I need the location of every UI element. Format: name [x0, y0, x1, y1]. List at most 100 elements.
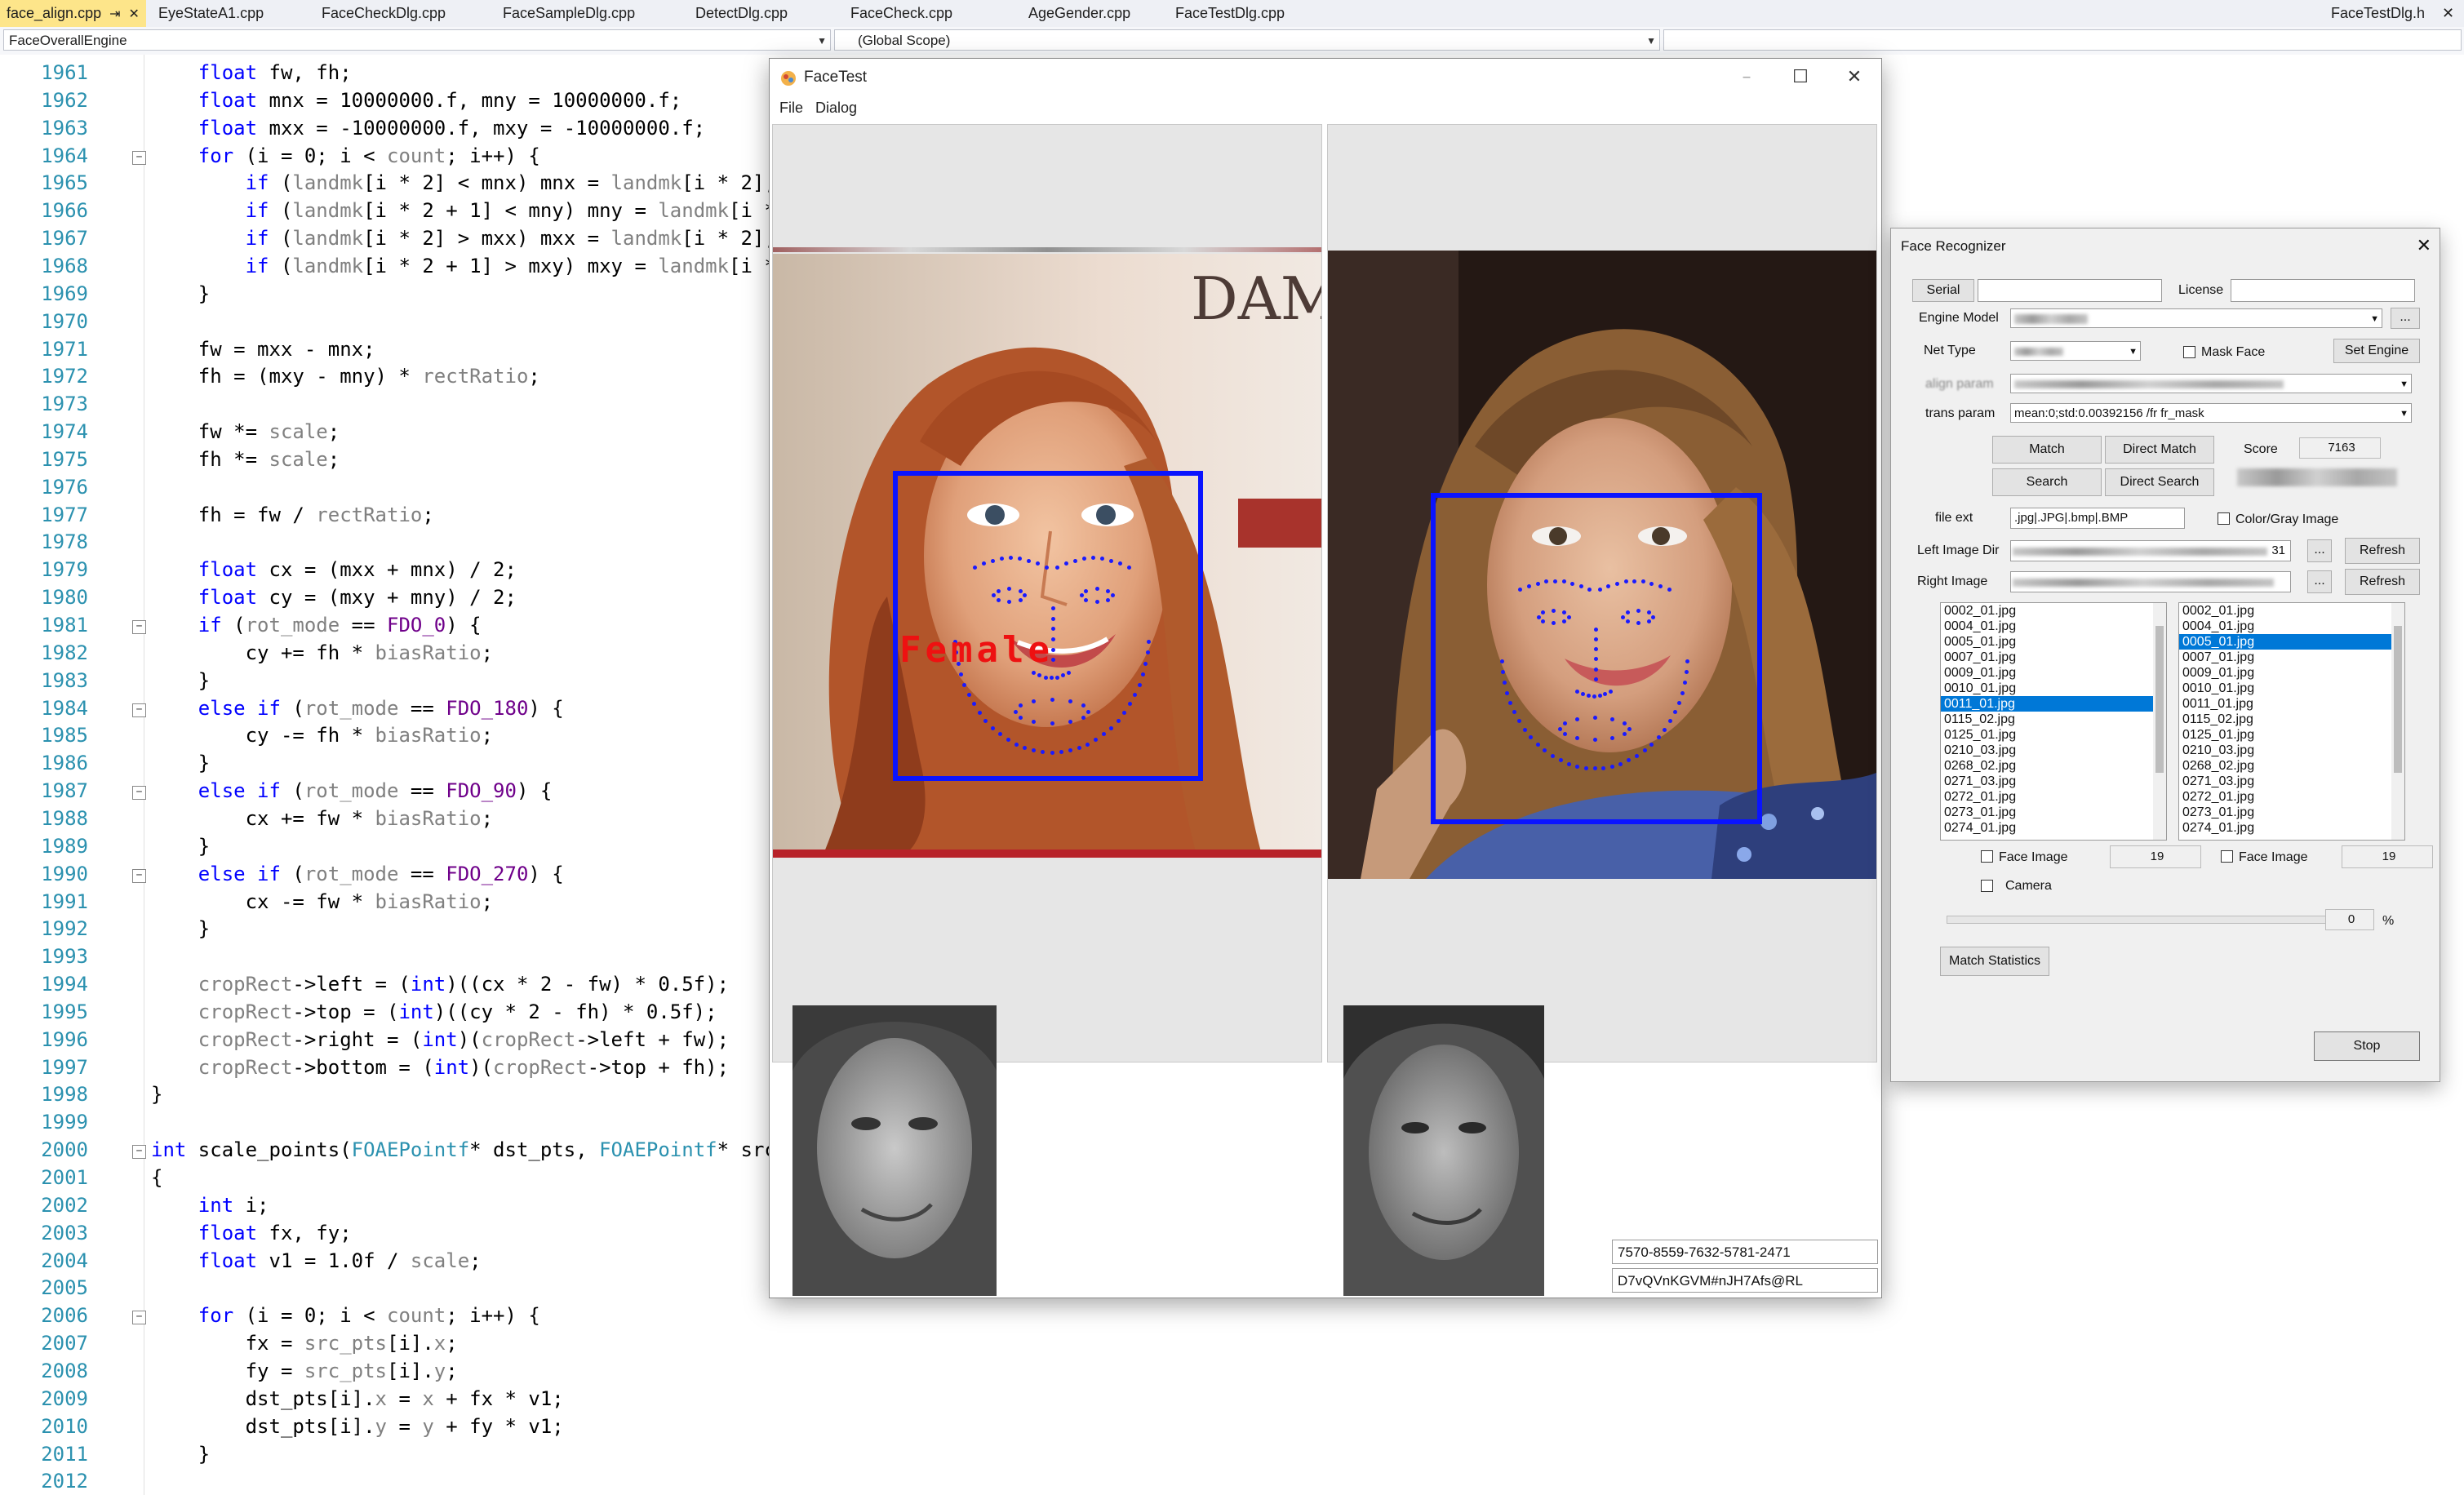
match-statistics-button[interactable]: Match Statistics — [1940, 947, 2049, 976]
serial-button[interactable]: Serial — [1912, 279, 1974, 302]
match-button[interactable]: Match — [1992, 436, 2102, 464]
left-dir-browse-button[interactable]: ... — [2307, 539, 2332, 562]
engine-model-combo[interactable]: ▼ — [2010, 308, 2382, 328]
align-param-combo[interactable]: ▼ — [2010, 374, 2412, 393]
code-line[interactable]: fw = mxx - mnx; — [151, 338, 375, 361]
code-line[interactable]: for (i = 0; i < count; i++) { — [151, 1304, 540, 1327]
code-line[interactable]: dst_pts[i].x = x + fx * v1; — [151, 1387, 564, 1410]
list-item[interactable]: 0007_01.jpg — [2179, 650, 2404, 665]
minimize-icon[interactable]: – — [1720, 59, 1774, 96]
code-line[interactable]: else if (rot_mode == FDO_90) { — [151, 779, 553, 802]
menu-dialog[interactable]: Dialog — [815, 100, 857, 117]
list-item[interactable]: 0273_01.jpg — [2179, 805, 2404, 820]
code-line[interactable]: float fx, fy; — [151, 1222, 352, 1244]
direct-search-button[interactable]: Direct Search — [2105, 468, 2214, 496]
code-line[interactable]: } — [151, 669, 210, 692]
list-item[interactable]: 0125_01.jpg — [1941, 727, 2166, 743]
facetest-titlebar[interactable]: FaceTest – ☐ ✕ — [770, 59, 1881, 96]
code-line[interactable]: fy = src_pts[i].y; — [151, 1360, 458, 1382]
list-item[interactable]: 0005_01.jpg — [1941, 634, 2166, 650]
list-item[interactable]: 0005_01.jpg — [2179, 634, 2404, 650]
fold-toggle-icon[interactable]: − — [132, 786, 146, 801]
code-line[interactable]: fw *= scale; — [151, 420, 340, 443]
list-item[interactable]: 0010_01.jpg — [2179, 681, 2404, 696]
editor-tab[interactable]: DetectDlg.cpp — [695, 0, 788, 27]
direct-match-button[interactable]: Direct Match — [2105, 436, 2214, 464]
fold-toggle-icon[interactable]: − — [132, 868, 146, 883]
fold-toggle-icon[interactable]: − — [132, 150, 146, 165]
close-icon[interactable]: ✕ — [1827, 59, 1881, 96]
code-line[interactable]: for (i = 0; i < count; i++) { — [151, 144, 540, 167]
fold-toggle-icon[interactable]: − — [132, 1311, 146, 1325]
right-file-list[interactable]: 0002_01.jpg 0004_01.jpg 0005_01.jpg 0007_01… — [2178, 602, 2405, 841]
left-image-dir-input[interactable]: 31 — [2010, 540, 2291, 561]
editor-tab[interactable]: EyeStateA1.cpp — [158, 0, 264, 27]
list-item[interactable]: 0272_01.jpg — [1941, 789, 2166, 805]
code-line[interactable]: } — [151, 752, 210, 774]
fold-toggle-icon[interactable]: − — [132, 1145, 146, 1160]
serial-input[interactable] — [1978, 279, 2162, 302]
refresh-left-button[interactable]: Refresh — [2345, 538, 2420, 564]
code-line[interactable]: int i; — [151, 1194, 269, 1217]
code-line[interactable]: } — [151, 835, 210, 858]
right-face-image-checkbox[interactable] — [2221, 850, 2233, 863]
license-input[interactable] — [2231, 279, 2415, 302]
list-item[interactable]: 0274_01.jpg — [2179, 820, 2404, 836]
code-line[interactable]: cropRect->top = (int)((cy * 2 - fh) * 0.… — [151, 1000, 717, 1023]
scrollbar-thumb[interactable] — [2155, 626, 2164, 773]
code-line[interactable]: fh = (mxy - mny) * rectRatio; — [151, 365, 540, 388]
list-item[interactable]: 0010_01.jpg — [1941, 681, 2166, 696]
list-item[interactable]: 0271_03.jpg — [2179, 774, 2404, 789]
code-line[interactable]: } — [151, 1083, 162, 1106]
editor-tab-right[interactable]: FaceTestDlg.h — [2331, 0, 2425, 27]
list-item[interactable]: 0002_01.jpg — [2179, 603, 2404, 619]
member-scope-combo[interactable] — [1663, 29, 2462, 51]
set-engine-button[interactable]: Set Engine — [2333, 339, 2420, 363]
search-button[interactable]: Search — [1992, 468, 2102, 496]
code-line[interactable]: cy += fh * biasRatio; — [151, 641, 493, 664]
fold-toggle-icon[interactable]: − — [132, 620, 146, 634]
editor-tab[interactable]: FaceSampleDlg.cpp — [503, 0, 635, 27]
code-line[interactable]: if (rot_mode == FDO_0) { — [151, 614, 482, 637]
trans-param-combo[interactable]: mean:0;std:0.00392156 /fr fr_mask ▼ — [2010, 403, 2412, 423]
mask-face-checkbox[interactable] — [2183, 346, 2195, 358]
editor-tab[interactable]: FaceTestDlg.cpp — [1175, 0, 1285, 27]
code-line[interactable]: int scale_points(FOAEPointf* dst_pts, FO… — [151, 1138, 776, 1161]
color-gray-checkbox[interactable] — [2218, 512, 2230, 525]
code-line[interactable]: if (landmk[i * 2] > mxx) mxx = landmk[i … — [151, 227, 776, 250]
code-line[interactable]: cropRect->right = (int)(cropRect->left +… — [151, 1028, 729, 1051]
list-item[interactable]: 0272_01.jpg — [2179, 789, 2404, 805]
list-item[interactable]: 0274_01.jpg — [1941, 820, 2166, 836]
code-line[interactable]: fh *= scale; — [151, 448, 340, 471]
close-icon[interactable]: ✕ — [2442, 0, 2454, 27]
pin-icon[interactable]: ⇥ — [109, 7, 120, 21]
code-line[interactable]: fh = fw / rectRatio; — [151, 504, 434, 526]
left-list-scrollbar[interactable] — [2153, 603, 2166, 840]
list-item[interactable]: 0011_01.jpg — [1941, 696, 2166, 712]
editor-tab[interactable]: FaceCheck.cpp — [850, 0, 952, 27]
list-item[interactable]: 0273_01.jpg — [1941, 805, 2166, 820]
refresh-right-button[interactable]: Refresh — [2345, 569, 2420, 595]
code-line[interactable]: { — [151, 1166, 162, 1189]
right-image-panel[interactable] — [1327, 124, 1877, 1062]
list-item[interactable]: 0009_01.jpg — [2179, 665, 2404, 681]
list-item[interactable]: 0011_01.jpg — [2179, 696, 2404, 712]
list-item[interactable]: 0125_01.jpg — [2179, 727, 2404, 743]
left-image-panel[interactable]: DAM Female — [772, 124, 1322, 1062]
close-icon[interactable]: ✕ — [2417, 235, 2431, 256]
left-file-list[interactable]: 0002_01.jpg 0004_01.jpg 0005_01.jpg 0007_01… — [1940, 602, 2167, 841]
code-line[interactable]: } — [151, 282, 210, 305]
list-item[interactable]: 0210_03.jpg — [2179, 743, 2404, 758]
left-face-image-checkbox[interactable] — [1981, 850, 1993, 863]
code-line[interactable]: float cy = (mxy + mny) / 2; — [151, 586, 517, 609]
list-item[interactable]: 0004_01.jpg — [2179, 619, 2404, 634]
net-type-combo[interactable]: ▼ — [2010, 341, 2141, 361]
code-line[interactable]: float v1 = 1.0f / scale; — [151, 1249, 482, 1272]
right-list-scrollbar[interactable] — [2391, 603, 2404, 840]
code-line[interactable]: float mnx = 10000000.f, mny = 10000000.f… — [151, 89, 681, 112]
list-item[interactable]: 0004_01.jpg — [1941, 619, 2166, 634]
code-line[interactable]: if (landmk[i * 2] < mnx) mnx = landmk[i … — [151, 171, 776, 194]
code-line[interactable]: else if (rot_mode == FDO_180) { — [151, 697, 564, 720]
code-line[interactable]: cropRect->left = (int)((cx * 2 - fw) * 0… — [151, 973, 729, 996]
scrollbar-thumb[interactable] — [2394, 626, 2402, 773]
